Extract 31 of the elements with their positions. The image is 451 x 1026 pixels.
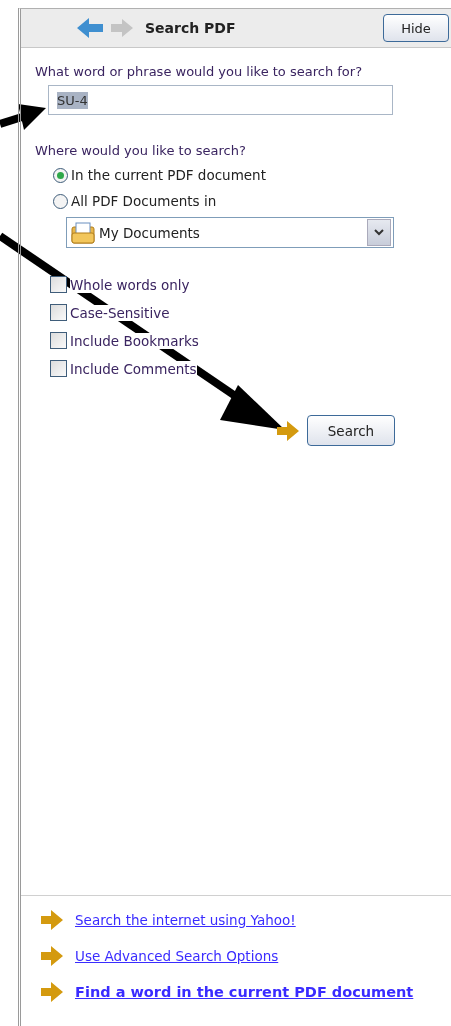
radio-label: In the current PDF document [71, 167, 266, 183]
folder-icon [71, 221, 95, 244]
link[interactable]: Search the internet using Yahoo! [75, 912, 296, 928]
caret-icon [374, 229, 384, 236]
arrow-icon [41, 982, 63, 1002]
link[interactable]: Find a word in the current PDF document [75, 984, 414, 1000]
folder-dropdown[interactable]: My Documents [66, 217, 394, 248]
arrow-icon [41, 910, 63, 930]
checkbox[interactable] [50, 360, 67, 377]
query-label: What word or phrase would you like to search for? [35, 64, 363, 79]
checkbox-label: Whole words only [70, 276, 190, 293]
checkbox[interactable] [50, 332, 67, 349]
search-button[interactable]: Search [307, 415, 395, 446]
arrow-icon [277, 420, 299, 441]
annotation-arrow [0, 104, 46, 130]
panel-title: Search PDF [145, 20, 237, 36]
radio-label: All PDF Documents in [71, 193, 217, 209]
radio-button[interactable] [53, 193, 68, 209]
checkbox-label: Case-Sensitive [70, 304, 170, 321]
arrow-icon [41, 946, 63, 966]
checkbox-label: Include Bookmarks [70, 332, 199, 349]
checkbox[interactable] [50, 304, 67, 321]
dropdown-button[interactable] [367, 219, 391, 246]
checkbox[interactable] [50, 276, 67, 293]
location-label: Where would you like to search? [35, 143, 246, 158]
radio-button[interactable] [53, 167, 68, 183]
back-arrow-icon[interactable] [77, 18, 103, 38]
search-field[interactable]: SU-4 [48, 85, 393, 115]
link[interactable]: Use Advanced Search Options [75, 948, 279, 964]
checkbox-label: Include Comments [70, 360, 197, 377]
hide-button[interactable]: Hide [383, 14, 449, 42]
